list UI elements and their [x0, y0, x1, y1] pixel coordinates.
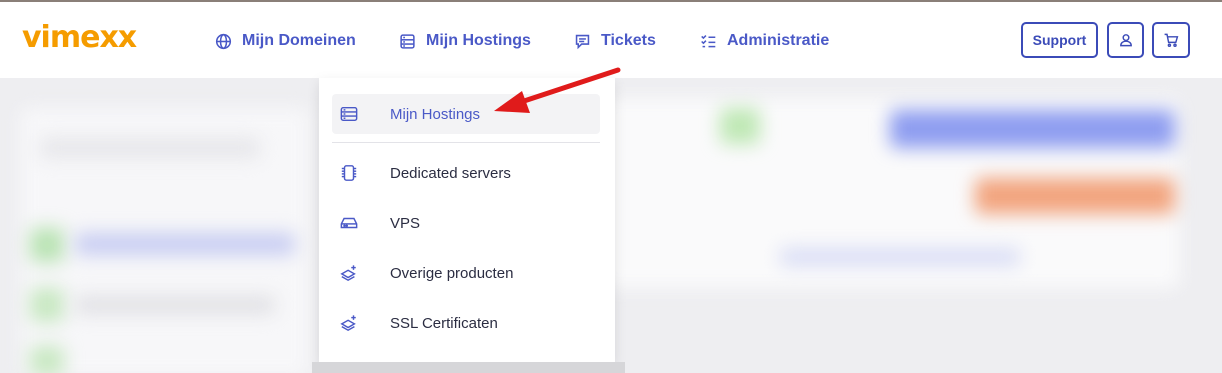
hostings-dropdown-menu: Mijn Hostings Dedicated servers VPS Over…	[319, 78, 615, 362]
checklist-icon	[701, 34, 716, 47]
nav-label: Tickets	[601, 32, 656, 49]
nav-label: Mijn Hostings	[426, 32, 531, 49]
drive-icon	[340, 217, 358, 229]
server-icon	[340, 106, 358, 122]
nav-label: Administratie	[727, 32, 830, 49]
dropdown-item-label: SSL Certificaten	[390, 314, 498, 332]
vimexx-logo[interactable]: vimexx	[22, 20, 137, 55]
dropdown-item-vps[interactable]: VPS	[332, 203, 600, 243]
cart-button[interactable]	[1152, 22, 1190, 58]
dropdown-item-label: VPS	[390, 214, 421, 232]
globe-icon	[215, 33, 232, 49]
nav-mijn-domeinen[interactable]: Mijn Domeinen	[215, 32, 356, 50]
user-icon	[1119, 34, 1132, 47]
nav-tickets[interactable]: Tickets	[574, 32, 656, 50]
dropdown-item-dedicated-servers[interactable]: Dedicated servers	[332, 153, 600, 193]
support-button[interactable]: Support	[1021, 22, 1098, 58]
layers-plus-icon	[340, 265, 356, 282]
top-navbar: vimexx Mijn Domeinen Mijn Hostings Ticke…	[0, 2, 1222, 78]
dropdown-item-overige-producten[interactable]: Overige producten	[332, 253, 600, 293]
dropdown-item-label: Mijn Hostings	[390, 105, 481, 123]
layers-plus-icon	[340, 315, 356, 332]
chip-icon	[341, 165, 357, 181]
nav-label: Mijn Domeinen	[242, 32, 356, 49]
account-button[interactable]	[1107, 22, 1144, 58]
dropdown-item-mijn-hostings[interactable]: Mijn Hostings	[332, 94, 600, 134]
nav-administratie[interactable]: Administratie	[700, 32, 829, 50]
dropdown-item-label: Overige producten	[390, 264, 514, 282]
dropdown-divider	[332, 142, 600, 143]
nav-mijn-hostings[interactable]: Mijn Hostings	[399, 32, 531, 50]
server-icon	[400, 33, 415, 49]
dropdown-item-ssl-certificaten[interactable]: SSL Certificaten	[332, 303, 600, 343]
chat-icon	[575, 34, 590, 49]
cart-icon	[1164, 33, 1179, 47]
dropdown-shadow	[312, 362, 625, 373]
dropdown-item-label: Dedicated servers	[390, 164, 511, 182]
